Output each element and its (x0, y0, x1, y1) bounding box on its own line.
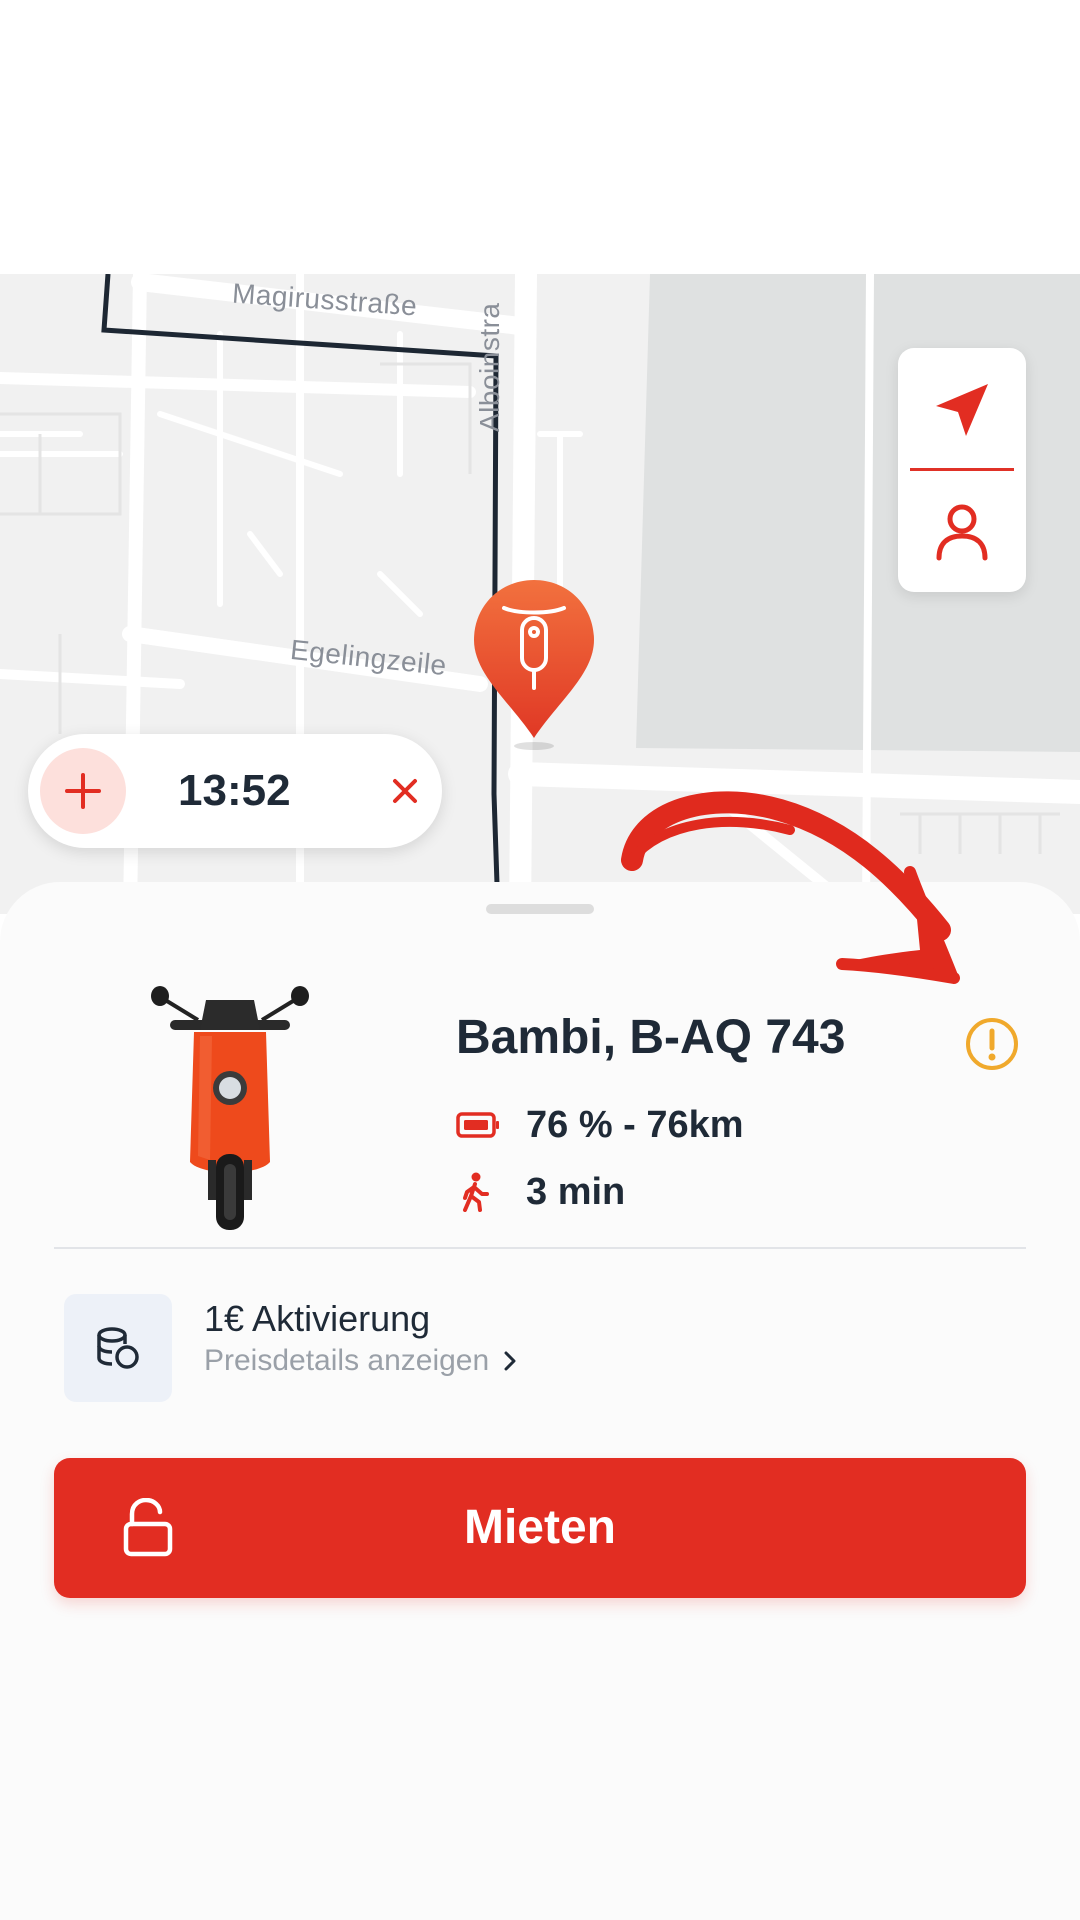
extend-timer-button[interactable] (40, 748, 126, 834)
pricing-icon-box (64, 1294, 172, 1402)
vehicle-name: Bambi, B-AQ 743 (456, 1011, 846, 1064)
user-icon (936, 504, 988, 561)
price-details-label: Preisdetails anzeigen (204, 1344, 490, 1377)
annotation-arrow (621, 791, 960, 984)
cancel-reservation-button[interactable] (378, 764, 432, 818)
profile-button[interactable] (898, 474, 1026, 590)
street-label-alboinstrasse: Alboinstra (474, 302, 505, 432)
info-warning-icon (966, 1018, 1018, 1070)
controls-divider (910, 468, 1014, 471)
battery-icon (456, 1112, 499, 1138)
rent-button[interactable]: Mieten (54, 1458, 1026, 1598)
pricing-title: 1€ Aktivierung (204, 1298, 431, 1339)
timer-value: 13:52 (178, 766, 291, 815)
map-controls (898, 348, 1026, 592)
rent-button-label: Mieten (463, 1501, 616, 1554)
scooter-image (151, 986, 309, 1230)
battery-text: 76 % - 76km (526, 1103, 744, 1146)
coins-icon (97, 1327, 139, 1369)
scooter-pin-icon (474, 580, 594, 750)
sheet-drag-handle[interactable] (486, 904, 594, 914)
status-area (0, 0, 1080, 274)
section-divider (54, 1247, 1026, 1249)
battery-row: 76 % - 76km (456, 1100, 744, 1150)
vehicle-bottom-sheet: Bambi, B-AQ 743 76 % - 76km 3 min 1€ Akt… (0, 882, 1080, 1920)
plus-icon (65, 773, 101, 809)
chevron-right-icon (504, 1351, 516, 1371)
vehicle-pin[interactable] (470, 578, 598, 750)
info-button[interactable] (964, 1016, 1020, 1072)
price-details-link[interactable]: Preisdetails anzeigen (204, 1344, 517, 1378)
walk-time-text: 3 min (526, 1170, 626, 1213)
navigation-arrow-icon (936, 384, 988, 436)
locate-button[interactable] (898, 352, 1026, 468)
reservation-timer: 13:52 (28, 734, 442, 848)
walk-time-row: 3 min (456, 1167, 625, 1217)
close-icon (393, 779, 417, 803)
walking-icon (463, 1172, 489, 1212)
